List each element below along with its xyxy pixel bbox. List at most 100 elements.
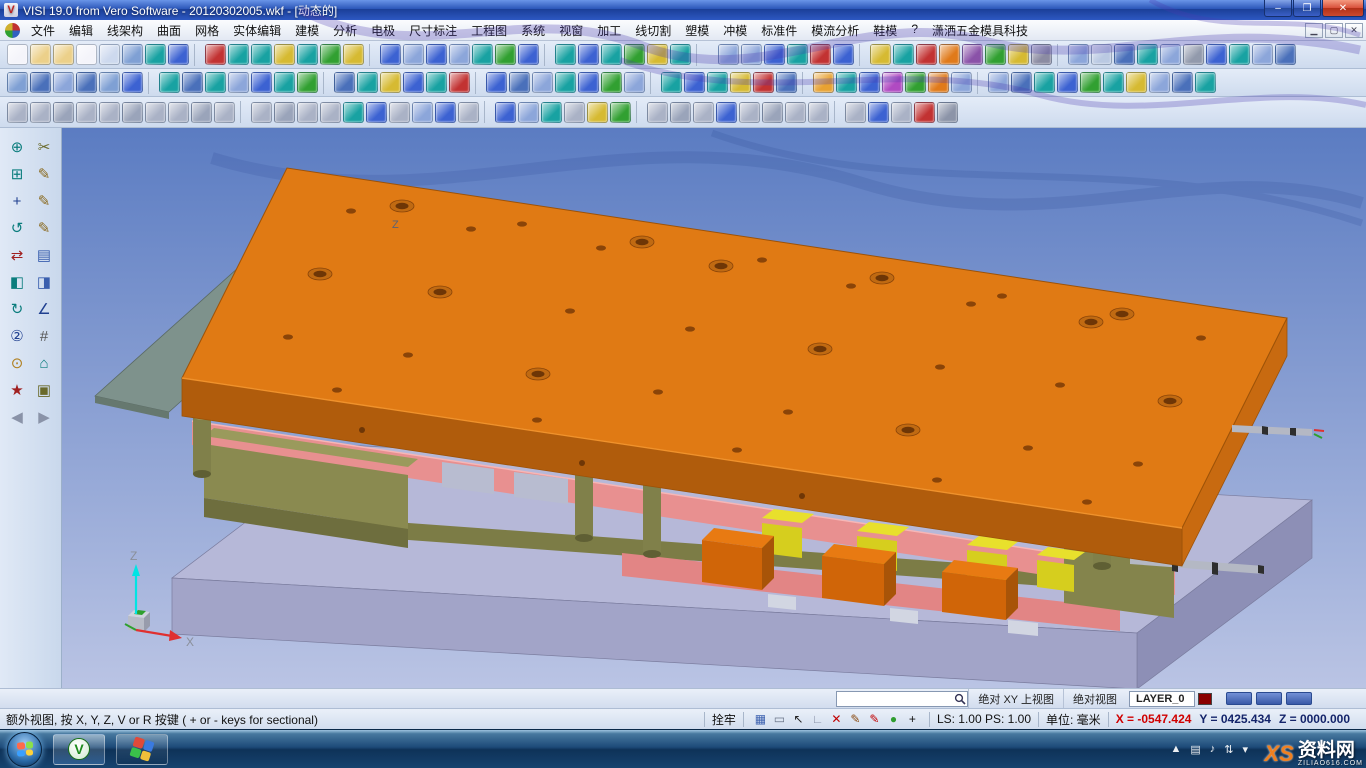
title-bar[interactable]: V VISI 19.0 from Vero Software - 2012030… (0, 0, 1366, 20)
toolbar-icon[interactable] (228, 44, 249, 65)
toolbar-icon[interactable] (718, 44, 739, 65)
toolbar-icon[interactable] (380, 44, 401, 65)
toolbar-icon[interactable] (449, 44, 470, 65)
zoom-window-icon[interactable]: ⊞ (4, 161, 30, 187)
layer-indicator-2[interactable] (1256, 692, 1282, 705)
toolbar-icon[interactable] (893, 44, 914, 65)
toolbar-icon[interactable] (53, 102, 74, 123)
sketch-pencil-icon[interactable]: ✎ (31, 161, 57, 187)
mdi-close-button[interactable]: ✕ (1345, 23, 1363, 38)
toolbar-icon[interactable] (845, 102, 866, 123)
toolbar-icon[interactable] (891, 102, 912, 123)
toolbar-icon[interactable] (297, 102, 318, 123)
forward-icon[interactable]: ▶ (31, 404, 57, 430)
render-icon[interactable]: ▣ (31, 377, 57, 403)
toolbar-icon[interactable] (334, 72, 355, 93)
toolbar-icon[interactable] (785, 102, 806, 123)
toolbar-icon[interactable] (366, 102, 387, 123)
toolbar-icon[interactable] (905, 72, 926, 93)
toolbar-icon[interactable] (251, 44, 272, 65)
toolbar-icon[interactable] (684, 72, 705, 93)
toolbar-icon[interactable] (833, 44, 854, 65)
toolbar-icon[interactable] (939, 44, 960, 65)
volume-icon[interactable]: ♪ (1210, 743, 1216, 755)
toolbar-icon[interactable] (412, 102, 433, 123)
toolbar-icon[interactable] (99, 102, 120, 123)
toolbar-icon[interactable] (426, 72, 447, 93)
toolbar-icon[interactable] (693, 102, 714, 123)
toolbar-icon[interactable] (509, 72, 530, 93)
toolbar-icon[interactable] (30, 44, 51, 65)
toolbar-icon[interactable] (810, 44, 831, 65)
toolbar-icon[interactable] (937, 102, 958, 123)
toolbar-icon[interactable] (1137, 44, 1158, 65)
toolbar-icon[interactable] (928, 72, 949, 93)
toolbar-icon[interactable] (601, 44, 622, 65)
toolbar-icon[interactable] (53, 72, 74, 93)
lock-view-icon[interactable]: ⊙ (4, 350, 30, 376)
toolbar-icon[interactable] (274, 44, 295, 65)
snap-point-icon[interactable]: ● (884, 712, 903, 726)
toolbar-icon[interactable] (882, 72, 903, 93)
toolbar-icon[interactable] (518, 102, 539, 123)
toolbar-icon[interactable] (426, 44, 447, 65)
toolbar-icon[interactable] (251, 102, 272, 123)
toolbar-icon[interactable] (1206, 44, 1227, 65)
toolbar-icon[interactable] (53, 44, 74, 65)
menu-item-模流分析[interactable]: 模流分析 (804, 20, 866, 41)
toolbar-icon[interactable] (859, 72, 880, 93)
toolbar-icon[interactable] (1103, 72, 1124, 93)
layer-color-swatch[interactable] (1198, 693, 1212, 705)
toolbar-icon[interactable] (1114, 44, 1135, 65)
modify-pencil-icon[interactable]: ✎ (31, 215, 57, 241)
toolbar-icon[interactable] (988, 72, 1009, 93)
toolbar-icon[interactable] (191, 102, 212, 123)
app-taskbar-button[interactable] (116, 734, 168, 765)
menu-item-网格[interactable]: 网格 (188, 20, 226, 41)
toolbar-icon[interactable] (1080, 72, 1101, 93)
toolbar-icon[interactable] (214, 102, 235, 123)
start-button[interactable] (7, 732, 42, 767)
toolbar-icon[interactable] (707, 72, 728, 93)
toolbar-icon[interactable] (1068, 44, 1089, 65)
toolbar-icon[interactable] (145, 102, 166, 123)
model-canvas[interactable]: Z (62, 128, 1366, 688)
menu-item-曲面[interactable]: 曲面 (150, 20, 188, 41)
toolbar-icon[interactable] (1057, 72, 1078, 93)
menu-item-建模[interactable]: 建模 (288, 20, 326, 41)
pan-icon[interactable]: + (4, 188, 30, 214)
trim-icon[interactable]: ✂ (31, 134, 57, 160)
toolbar-icon[interactable] (228, 72, 249, 93)
toolbar-icon[interactable] (30, 102, 51, 123)
3d-viewport[interactable]: Z (62, 128, 1366, 688)
layer-selector[interactable]: LAYER_0 (1129, 691, 1195, 707)
mdi-restore-button[interactable]: ▢ (1325, 23, 1343, 38)
toolbar-icon[interactable] (762, 102, 783, 123)
toolbar-icon[interactable] (168, 44, 189, 65)
toolbar-icon[interactable] (753, 72, 774, 93)
menu-item-系统[interactable]: 系统 (514, 20, 552, 41)
shade-mode-icon[interactable]: ◧ (4, 269, 30, 295)
menu-item-线切割[interactable]: 线切割 (628, 20, 678, 41)
toolbar-icon[interactable] (1252, 44, 1273, 65)
toolbar-icon[interactable] (1195, 72, 1216, 93)
toolbar-icon[interactable] (403, 72, 424, 93)
toolbar-icon[interactable] (343, 102, 364, 123)
show-hidden-icon[interactable]: ▲ (1170, 743, 1181, 755)
grid-snap-icon[interactable]: ▦ (751, 712, 770, 726)
zoom-in-icon[interactable]: ⊕ (4, 134, 30, 160)
menu-item-标准件[interactable]: 标准件 (754, 20, 804, 41)
toolbar-icon[interactable] (274, 102, 295, 123)
toolbar-icon[interactable] (122, 72, 143, 93)
network-icon[interactable]: ⇅ (1224, 743, 1233, 756)
toolbar-icon[interactable] (486, 72, 507, 93)
toolbar-icon[interactable] (343, 44, 364, 65)
toolbar-icon[interactable] (7, 72, 28, 93)
toolbar-icon[interactable] (1275, 44, 1296, 65)
layer-indicator-1[interactable] (1226, 692, 1252, 705)
absolute-view-button[interactable]: 绝对视图 (1063, 689, 1126, 708)
toolbar-icon[interactable] (985, 44, 1006, 65)
toolbar-icon[interactable] (389, 102, 410, 123)
toolbar-icon[interactable] (122, 102, 143, 123)
toolbar-icon[interactable] (813, 72, 834, 93)
